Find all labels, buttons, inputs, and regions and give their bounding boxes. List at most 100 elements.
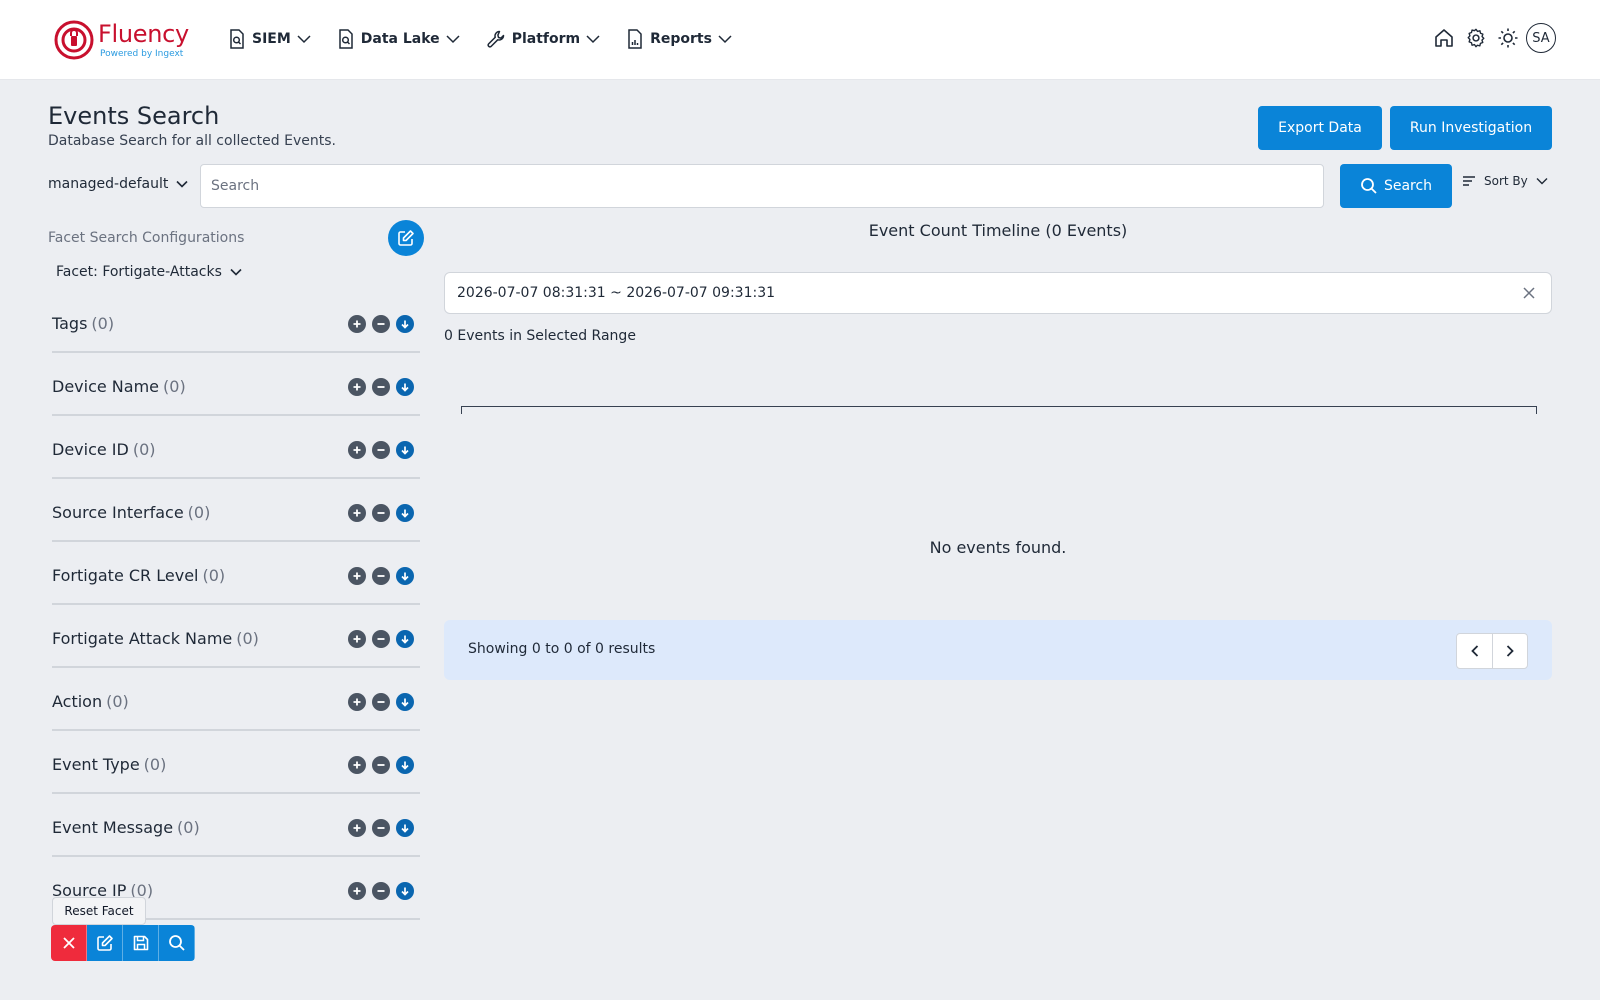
pagination-controls (1456, 633, 1528, 669)
plus-icon (353, 446, 361, 453)
chevron-down-icon (1536, 178, 1548, 185)
facet-expand-button[interactable] (396, 566, 414, 585)
facet-expand-button[interactable] (396, 818, 414, 837)
facet-expand-button[interactable] (396, 692, 414, 711)
plus-icon (353, 509, 361, 516)
search-icon (1361, 178, 1377, 194)
facet-row[interactable]: Device ID (0) (52, 416, 420, 479)
facet-include-button[interactable] (348, 440, 366, 459)
facet-exclude-button[interactable] (372, 692, 390, 711)
fluency-logo[interactable]: Fluency Powered by Ingext (54, 18, 194, 62)
facet-exclude-button[interactable] (372, 503, 390, 522)
facet-actions (342, 440, 414, 459)
facet-expand-button[interactable] (396, 503, 414, 522)
facet-include-button[interactable] (348, 377, 366, 396)
edit-facet-config-button[interactable] (388, 220, 424, 256)
facet-row[interactable]: Action (0) (52, 668, 420, 731)
facet-select[interactable]: Facet: Fortigate-Attacks (56, 264, 242, 280)
facet-row[interactable]: Fortigate Attack Name (0) (52, 605, 420, 668)
facet-select-value: Facet: Fortigate-Attacks (56, 264, 222, 280)
facet-expand-button[interactable] (396, 755, 414, 774)
search-button-label: Search (1383, 178, 1433, 194)
facet-count: (0) (163, 377, 186, 396)
save-facet-button[interactable] (123, 925, 159, 961)
sort-lines-icon (1463, 176, 1475, 186)
database-select[interactable]: managed-default (48, 176, 188, 192)
close-icon (62, 937, 75, 949)
facet-exclude-button[interactable] (372, 629, 390, 648)
facet-include-button[interactable] (348, 503, 366, 522)
timeline-chart-axis (461, 406, 1537, 414)
facet-expand-button[interactable] (396, 314, 414, 333)
facet-include-button[interactable] (348, 692, 366, 711)
reset-facet-button[interactable] (51, 925, 87, 961)
run-investigation-button[interactable]: Run Investigation (1390, 106, 1552, 150)
page-title: Events Search (48, 102, 220, 130)
facet-include-button[interactable] (348, 818, 366, 837)
search-facet-button[interactable] (159, 925, 195, 961)
facet-exclude-button[interactable] (372, 818, 390, 837)
edit-facet-button[interactable] (87, 925, 123, 961)
facet-include-button[interactable] (348, 629, 366, 648)
search-button[interactable]: Search (1340, 164, 1452, 208)
nav-platform[interactable]: Platform (486, 29, 600, 49)
settings-button[interactable] (1460, 22, 1492, 54)
theme-toggle-button[interactable] (1492, 22, 1524, 54)
facet-row[interactable]: Event Message (0) (52, 794, 420, 857)
facet-label: Tags (0) (52, 314, 114, 333)
database-select-value: managed-default (48, 176, 169, 192)
chevron-down-icon (297, 35, 311, 44)
arrow-down-icon (401, 572, 409, 581)
search-input[interactable] (200, 164, 1324, 208)
facet-include-button[interactable] (348, 881, 366, 900)
facet-expand-button[interactable] (396, 629, 414, 648)
home-icon (1435, 29, 1453, 47)
export-data-button[interactable]: Export Data (1258, 106, 1382, 150)
pagination-summary: Showing 0 to 0 of 0 results (468, 641, 656, 657)
plus-icon (353, 635, 361, 642)
facet-row[interactable]: Device Name (0) (52, 353, 420, 416)
logo-wordmark: Fluency (98, 20, 189, 48)
user-avatar[interactable]: SA (1526, 23, 1556, 53)
facet-row[interactable]: Event Type (0) (52, 731, 420, 794)
fluency-logo-mark-icon (54, 20, 94, 60)
facet-include-button[interactable] (348, 314, 366, 333)
home-button[interactable] (1428, 22, 1460, 54)
facet-row[interactable]: Tags (0) (52, 290, 420, 353)
facet-expand-button[interactable] (396, 440, 414, 459)
chevron-down-icon (718, 35, 732, 44)
page-subtitle: Database Search for all collected Events… (48, 133, 336, 149)
nav-reports-label: Reports (650, 31, 712, 47)
facet-exclude-button[interactable] (372, 881, 390, 900)
facet-expand-button[interactable] (396, 881, 414, 900)
facet-exclude-button[interactable] (372, 566, 390, 585)
minus-icon (377, 322, 385, 325)
time-range-field[interactable]: 2026-07-07 08:31:31 ~ 2026-07-07 09:31:3… (444, 272, 1552, 314)
plus-icon (353, 887, 361, 894)
nav-reports[interactable]: Reports (626, 29, 732, 49)
pagination-bar: Showing 0 to 0 of 0 results (444, 620, 1552, 680)
facet-actions (342, 692, 414, 711)
next-page-button[interactable] (1492, 634, 1527, 668)
facet-include-button[interactable] (348, 755, 366, 774)
plus-icon (353, 761, 361, 768)
facet-row[interactable]: Fortigate CR Level (0) (52, 542, 420, 605)
facet-count: (0) (236, 629, 259, 648)
facet-row[interactable]: Source Interface (0) (52, 479, 420, 542)
sun-icon (1498, 28, 1518, 48)
facet-exclude-button[interactable] (372, 755, 390, 774)
facet-include-button[interactable] (348, 566, 366, 585)
clear-range-button[interactable] (1519, 283, 1539, 303)
nav-data-lake[interactable]: Data Lake (337, 29, 460, 49)
facet-actions (342, 629, 414, 648)
facet-name: Fortigate Attack Name (52, 629, 233, 648)
gear-icon (1467, 28, 1485, 48)
facet-exclude-button[interactable] (372, 314, 390, 333)
facet-exclude-button[interactable] (372, 377, 390, 396)
previous-page-button[interactable] (1457, 634, 1492, 668)
top-right-actions: SA (1428, 22, 1556, 54)
facet-expand-button[interactable] (396, 377, 414, 396)
sort-by-dropdown[interactable]: Sort By (1462, 174, 1548, 188)
facet-exclude-button[interactable] (372, 440, 390, 459)
nav-siem[interactable]: SIEM (228, 29, 311, 49)
